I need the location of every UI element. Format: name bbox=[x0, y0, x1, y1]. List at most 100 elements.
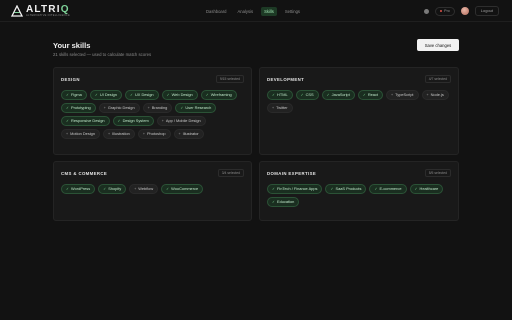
skill-chip[interactable]: + TypeScript bbox=[386, 90, 419, 100]
skill-chip[interactable]: ✓ WooCommerce bbox=[161, 184, 204, 194]
skill-chip-label: SaaS Products bbox=[335, 186, 362, 191]
skill-chip[interactable]: ✓ Web Design bbox=[161, 90, 198, 100]
skill-chip-label: Prototyping bbox=[71, 105, 91, 110]
skill-chip[interactable]: ✓ UX Design bbox=[124, 90, 159, 100]
plus-icon: + bbox=[391, 93, 394, 97]
nav-analysis[interactable]: Analysis bbox=[235, 7, 257, 16]
nav-settings[interactable]: Settings bbox=[282, 7, 303, 16]
check-icon: ✓ bbox=[205, 93, 209, 97]
card-title: DESIGN bbox=[61, 76, 80, 82]
check-icon: ✓ bbox=[326, 93, 330, 97]
check-icon: ✓ bbox=[66, 106, 70, 110]
skill-chip[interactable]: ✓ SaaS Products bbox=[325, 184, 367, 194]
skill-chip[interactable]: ✓ HTML bbox=[267, 90, 293, 100]
nav-dashboard[interactable]: Dashboard bbox=[203, 7, 230, 16]
skill-chip[interactable]: ✓ UI Design bbox=[89, 90, 122, 100]
plus-icon: + bbox=[142, 132, 145, 136]
skill-chip-label: CSS bbox=[305, 92, 314, 97]
skill-chip-label: Graphic Design bbox=[107, 105, 135, 110]
status-dot-icon bbox=[439, 9, 443, 13]
pro-badge[interactable]: Pro bbox=[434, 6, 455, 16]
skill-chip-label: E-commerce bbox=[379, 186, 402, 191]
check-icon: ✓ bbox=[414, 187, 418, 191]
skill-chip[interactable]: + Webflow bbox=[129, 184, 159, 194]
skill-chip[interactable]: ✓ CSS bbox=[295, 90, 319, 100]
logout-button[interactable]: Logout bbox=[474, 6, 499, 16]
card-title: DOMAIN EXPERTISE bbox=[267, 170, 317, 176]
theme-toggle-icon[interactable] bbox=[423, 8, 429, 14]
skill-chip[interactable]: ✓ Education bbox=[267, 197, 300, 207]
skill-chip[interactable]: ✓ E-commerce bbox=[369, 184, 407, 194]
plus-icon: + bbox=[107, 132, 111, 136]
skill-chip[interactable]: + Illustration bbox=[102, 129, 135, 139]
plus-icon: + bbox=[66, 132, 69, 136]
check-icon: ✓ bbox=[166, 187, 170, 191]
skill-chip-label: App / Mobile Design bbox=[165, 118, 201, 123]
skill-chip-label: Figma bbox=[71, 92, 82, 97]
skill-chip[interactable]: + Twitter bbox=[267, 103, 293, 113]
check-icon: ✓ bbox=[129, 93, 133, 97]
check-icon: ✓ bbox=[103, 187, 107, 191]
skill-chip-label: Photoshop bbox=[146, 131, 166, 136]
skill-chip[interactable]: ✓ React bbox=[357, 90, 383, 100]
skill-chip-label: Responsive Design bbox=[71, 118, 105, 123]
skill-chip-label: TypeScript bbox=[395, 92, 414, 97]
skill-chip[interactable]: + Motion Design bbox=[61, 129, 100, 139]
check-icon: ✓ bbox=[272, 187, 276, 191]
skill-chip-label: React bbox=[367, 92, 378, 97]
skill-chip[interactable]: ✓ Prototyping bbox=[61, 103, 96, 113]
plus-icon: + bbox=[426, 93, 429, 97]
skill-chip-label: Healthcare bbox=[419, 186, 439, 191]
check-icon: ✓ bbox=[66, 119, 70, 123]
skill-chip-label: Illustration bbox=[112, 131, 130, 136]
skill-chip-label: Wireframing bbox=[210, 92, 232, 97]
skill-chip[interactable]: + Graphic Design bbox=[98, 103, 140, 113]
skill-chip[interactable]: ✓ JavaScript bbox=[321, 90, 355, 100]
check-icon: ✓ bbox=[66, 93, 70, 97]
skill-chip-label: Shopify bbox=[108, 186, 122, 191]
check-icon: ✓ bbox=[272, 200, 276, 204]
skill-chip[interactable]: + App / Mobile Design bbox=[156, 116, 206, 126]
skill-chip[interactable]: ✓ Responsive Design bbox=[61, 116, 110, 126]
skill-chip-label: Twitter bbox=[276, 105, 288, 110]
card-title: DEVELOPMENT bbox=[267, 76, 305, 82]
skill-card-cms-commerce: CMS & COMMERCE 3/4 selected ✓ WordPress ✓ S… bbox=[53, 161, 252, 221]
check-icon: ✓ bbox=[362, 93, 366, 97]
save-changes-button[interactable]: Save changes bbox=[417, 39, 459, 51]
skill-chip[interactable]: ✓ Shopify bbox=[98, 184, 127, 194]
skill-chip[interactable]: + Photoshop bbox=[137, 129, 171, 139]
skill-chip-label: User Research bbox=[185, 105, 212, 110]
skill-chip[interactable]: ✓ Design System bbox=[112, 116, 154, 126]
pro-label: Pro bbox=[444, 8, 450, 13]
skill-chip[interactable]: ✓ Wireframing bbox=[200, 90, 237, 100]
top-bar: ALTRIQ ALTERNATIVE INTELLIGENCE Dashboar… bbox=[0, 0, 512, 22]
brand-tagline: ALTERNATIVE INTELLIGENCE bbox=[26, 14, 71, 17]
skill-card-design: DESIGN 9/15 selected ✓ Figma ✓ UI Design ✓ UX… bbox=[53, 67, 252, 155]
skill-chip[interactable]: ✓ FinTech / Finance Apps bbox=[267, 184, 323, 194]
skill-chip-list: ✓ FinTech / Finance Apps ✓ SaaS Products ✓ E-… bbox=[267, 184, 451, 207]
skill-chip[interactable]: + Illustrator bbox=[173, 129, 204, 139]
page-subtitle: 21 skills selected — used to calculate m… bbox=[53, 52, 152, 57]
plus-icon: + bbox=[161, 119, 164, 123]
skill-chip-label: WooCommerce bbox=[171, 186, 199, 191]
skill-chip-label: JavaScript bbox=[331, 92, 350, 97]
skill-card-development: DEVELOPMENT 4/7 selected ✓ HTML ✓ CSS ✓ JavaS… bbox=[259, 67, 459, 155]
skill-chip-label: UX Design bbox=[134, 92, 154, 97]
skill-chip-label: Branding bbox=[151, 105, 168, 110]
plus-icon: + bbox=[272, 106, 275, 110]
check-icon: ✓ bbox=[272, 93, 276, 97]
skill-chip[interactable]: ✓ WordPress bbox=[61, 184, 96, 194]
skill-chip[interactable]: + Node.js bbox=[421, 90, 449, 100]
skill-chip-list: ✓ WordPress ✓ Shopify + Webflow ✓ WooCommerce bbox=[61, 184, 244, 194]
skill-chip-label: HTML bbox=[277, 92, 288, 97]
skill-chip[interactable]: + Branding bbox=[142, 103, 173, 113]
skill-chip[interactable]: ✓ Healthcare bbox=[409, 184, 444, 194]
logo-triangle-icon bbox=[11, 5, 23, 17]
skill-chip-label: Design System bbox=[122, 118, 149, 123]
skill-chip[interactable]: ✓ Figma bbox=[61, 90, 87, 100]
skill-chip[interactable]: ✓ User Research bbox=[175, 103, 217, 113]
main-nav: Dashboard Analysis Skills Settings bbox=[203, 6, 303, 16]
avatar[interactable] bbox=[460, 7, 469, 15]
selected-count-badge: 5/5 selected bbox=[424, 169, 451, 177]
nav-skills[interactable]: Skills bbox=[261, 6, 277, 16]
